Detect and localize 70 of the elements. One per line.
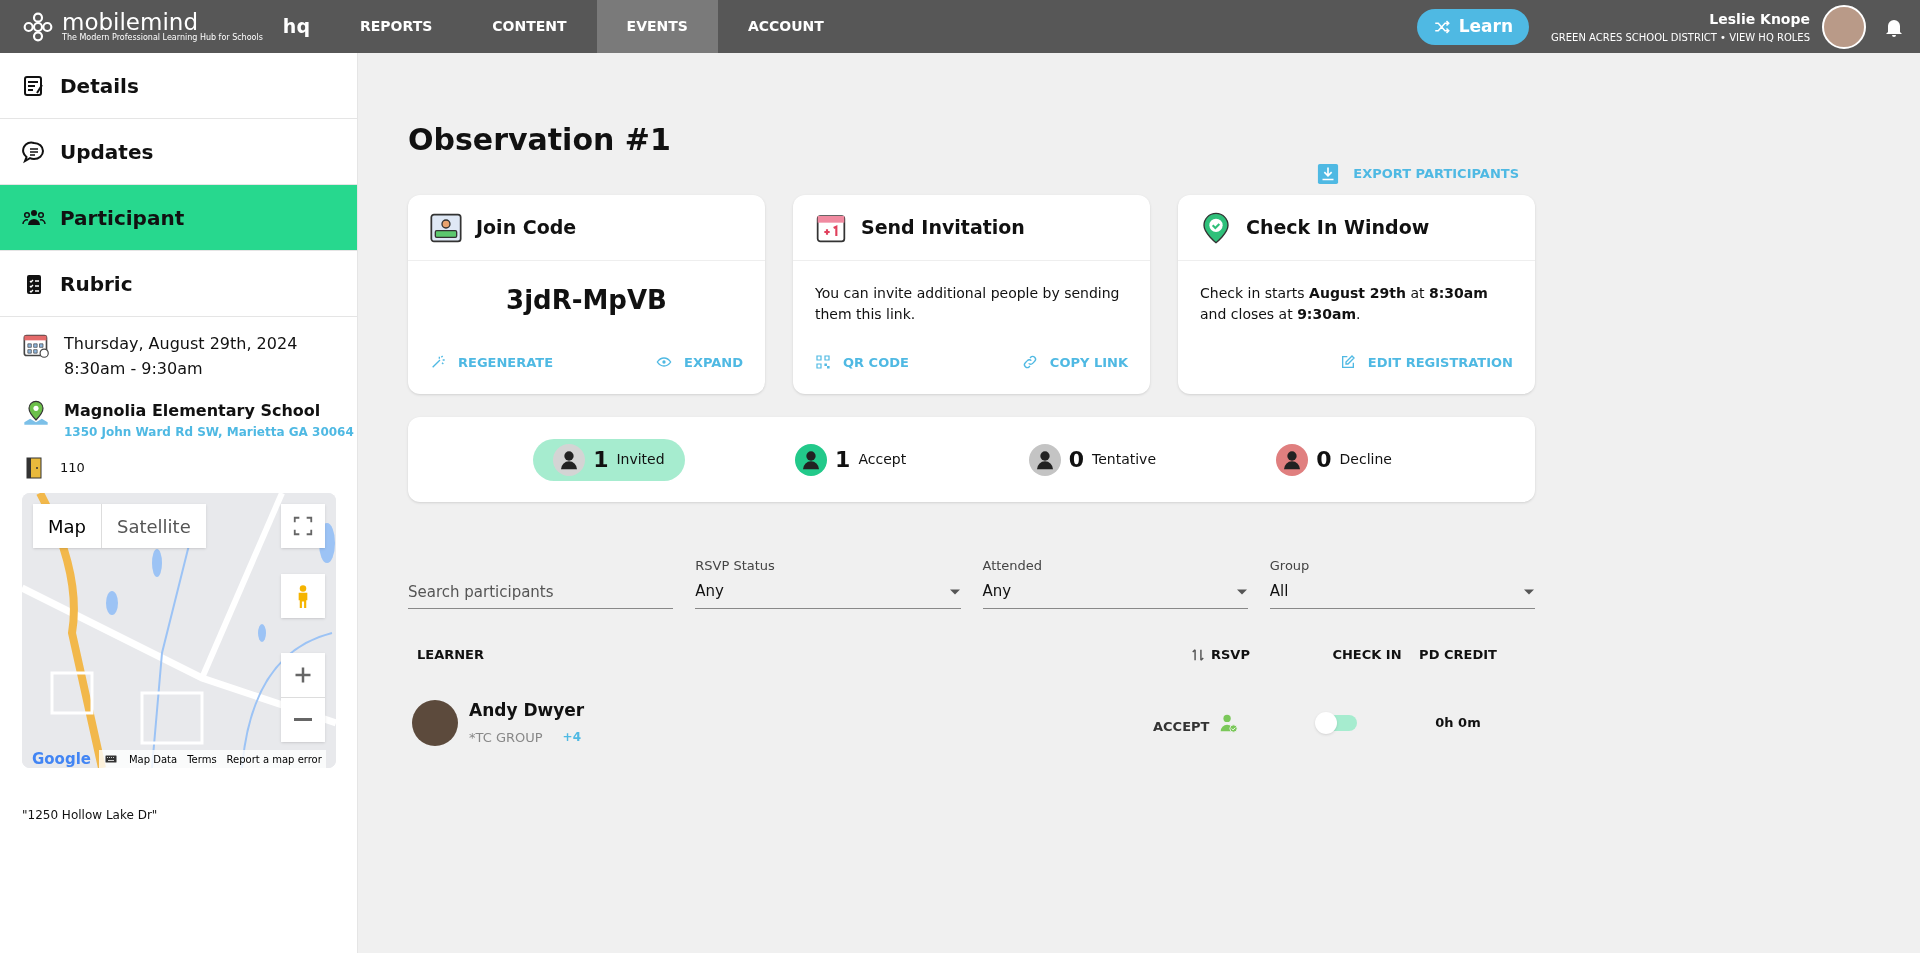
map-type-tab[interactable]: Satellite (101, 504, 206, 548)
learner-avatar (412, 699, 458, 746)
person-status-icon (795, 443, 828, 476)
brand-name: mobilemind (62, 11, 199, 34)
user-org[interactable]: GREEN ACRES SCHOOL DISTRICT • VIEW HQ ROLES (1551, 29, 1810, 45)
minus-icon (294, 718, 312, 721)
column-header: LEARNER (416, 645, 485, 664)
person-status-icon (1028, 443, 1061, 476)
chat-bubble-icon (22, 139, 46, 164)
flower-logo-icon (22, 10, 54, 43)
map-type-tab[interactable]: Map (33, 504, 101, 548)
school-name: Magnolia Elementary School (64, 400, 322, 422)
page-title: Observation #1 (408, 125, 672, 155)
sidebar-item[interactable]: Participant (0, 185, 357, 251)
nav-tab[interactable]: REPORTS (330, 0, 463, 53)
map-footer-link[interactable]: Report a map error (226, 751, 322, 767)
location-check-icon (1200, 211, 1232, 244)
keyboard-icon (103, 753, 119, 765)
fullscreen-button[interactable] (281, 504, 325, 548)
nav-tab[interactable]: CONTENT (462, 0, 597, 53)
edit-icon (1339, 354, 1356, 371)
document-pencil-icon (22, 73, 46, 98)
learner-group: *TC GROUP (469, 727, 543, 747)
fullscreen-icon (292, 515, 314, 537)
column-header[interactable]: RSVP (1191, 644, 1271, 665)
user-name: Leslie Knope (1709, 9, 1810, 29)
join-code: 3jdR-MpVB (505, 284, 668, 317)
sort-icon (1191, 647, 1205, 662)
nav-tab[interactable]: EVENTS (596, 0, 718, 53)
link-icon (1021, 354, 1038, 371)
person-status-icon (553, 443, 586, 476)
map-provider-logo: Google (32, 751, 91, 767)
download-icon (1317, 163, 1340, 185)
filter-label: Group (1269, 557, 1311, 575)
filter-label: Attended (982, 557, 1044, 575)
brand-tagline: The Modern Professional Learning Hub for Schools (62, 34, 263, 42)
nav-tab[interactable]: ACCOUNT (717, 0, 854, 53)
filter-dropdown[interactable]: All (1269, 575, 1535, 609)
room-number: 110 (60, 459, 85, 478)
location-note: "1250 Hollow Lake Dr" (21, 807, 159, 824)
learner-name: Andy Dwyer (469, 699, 586, 722)
filter-dropdown[interactable]: Any (695, 575, 961, 609)
column-header: PD CREDIT (1418, 645, 1498, 664)
qr-code-icon (815, 354, 831, 371)
filter-label: RSVP Status (695, 557, 776, 575)
learn-label: Learn (1458, 14, 1514, 38)
map-pin-icon (22, 399, 50, 427)
map-footer-link[interactable]: Map Data (129, 751, 178, 767)
map-footer-link[interactable]: Terms (187, 751, 217, 767)
column-header: CHECK IN (1331, 645, 1403, 664)
filter-dropdown[interactable]: Any (982, 575, 1248, 609)
card-text: Check in starts August 29th at 8:30am and closes at 9:30am. (1200, 284, 1489, 324)
rsvp-filter-chip[interactable]: 1 Accept (775, 438, 927, 481)
person-status-icon (1276, 443, 1309, 476)
rsvp-filter-chip[interactable]: 0 Decline (1256, 438, 1412, 481)
event-date: Thursday, August 29th, 2024 (64, 333, 298, 355)
user-avatar[interactable] (1822, 4, 1866, 49)
card-title: Send Invitation (861, 215, 1025, 241)
plus-icon (293, 665, 313, 685)
event-time: 8:30am - 9:30am (64, 358, 204, 380)
search-field[interactable]: Search participants (408, 575, 674, 609)
brand-suffix: hq (282, 14, 310, 40)
card-text: You can invite additional people by sending them this link. (815, 284, 1121, 324)
card-title: Check In Window (1246, 215, 1430, 241)
rsvp-filter-chip[interactable]: 0 Tentative (1008, 438, 1177, 481)
rsvp-filter-chip[interactable]: 1 Invited (533, 438, 685, 481)
card-title: Join Code (476, 215, 577, 241)
rsvp-status: ACCEPT (1153, 717, 1210, 736)
pd-credit: 0h 0m (1434, 713, 1482, 732)
password-screen-icon (430, 211, 462, 244)
